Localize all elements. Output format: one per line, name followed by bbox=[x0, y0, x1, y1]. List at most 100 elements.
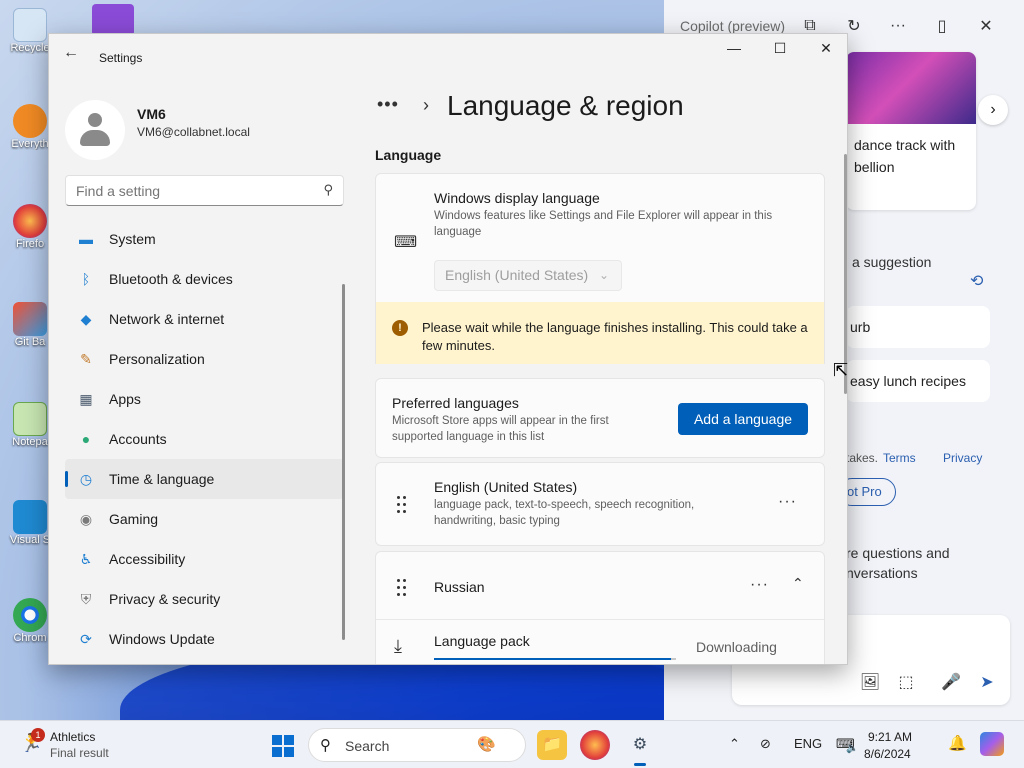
show-hidden-icons-icon[interactable]: ⌃ bbox=[729, 736, 740, 752]
sidebar-item-time-language[interactable]: ◷ Time & language bbox=[65, 459, 344, 499]
file-explorer-icon[interactable]: 📁 bbox=[537, 730, 567, 760]
close-icon[interactable]: ✕ bbox=[964, 16, 1008, 36]
content-scrollbar[interactable] bbox=[844, 154, 847, 394]
avatar bbox=[65, 100, 125, 160]
gamepad-icon: ◉ bbox=[79, 510, 93, 527]
sidebar-item-label: Privacy & security bbox=[109, 591, 221, 607]
suggestion-pill-2[interactable]: easy lunch recipes bbox=[846, 360, 990, 402]
refresh-suggestions-icon[interactable]: ⟲ bbox=[970, 271, 983, 291]
sidebar-item-label: Network & internet bbox=[109, 311, 225, 327]
news-title[interactable]: Athletics bbox=[50, 730, 95, 744]
more-options-icon[interactable]: ··· bbox=[876, 17, 920, 35]
desktop-icon-vscode[interactable]: Visual S bbox=[6, 500, 54, 546]
visual-studio-icon[interactable] bbox=[92, 4, 134, 36]
preferred-languages-card: Preferred languages Microsoft Store apps… bbox=[375, 378, 825, 458]
sidebar-item-personalization[interactable]: ✎ Personalization bbox=[65, 339, 344, 379]
network-offline-icon[interactable]: ⊘ bbox=[760, 736, 771, 752]
sidebar-item-label: Apps bbox=[109, 391, 141, 407]
minimize-icon[interactable]: — bbox=[711, 40, 757, 62]
avatar-body bbox=[80, 130, 110, 146]
sidebar-item-windows-update[interactable]: ⟳ Windows Update bbox=[65, 619, 344, 659]
vscode-icon bbox=[13, 500, 47, 534]
more-options-icon[interactable]: ··· bbox=[750, 576, 769, 594]
settings-taskbar-icon[interactable]: ⚙ bbox=[625, 730, 655, 766]
divider bbox=[376, 619, 824, 620]
language-pack-progress bbox=[434, 658, 676, 660]
mouse-cursor-icon: ⇱ bbox=[833, 360, 849, 380]
maximize-icon[interactable]: ☐ bbox=[757, 40, 803, 62]
desktop-icon-chrome[interactable]: Chrom bbox=[6, 598, 54, 644]
nav-scrollbar[interactable] bbox=[342, 284, 345, 640]
sidebar-item-privacy-security[interactable]: ⛨ Privacy & security bbox=[65, 579, 344, 619]
clock-date[interactable]: 8/6/2024 bbox=[864, 747, 911, 761]
display-language-dropdown[interactable]: English (United States) ⌄ bbox=[434, 260, 622, 291]
volume-icon[interactable]: 🔈 bbox=[846, 743, 858, 754]
language-pack-progress-fill bbox=[434, 658, 672, 660]
sidebar-item-gaming[interactable]: ◉ Gaming bbox=[65, 499, 344, 539]
carousel-next-icon[interactable]: › bbox=[978, 95, 1008, 125]
input-language[interactable]: ENG bbox=[794, 736, 822, 751]
find-setting-box[interactable]: ⚲ bbox=[65, 175, 344, 206]
section-label: Language bbox=[375, 147, 442, 163]
add-language-button[interactable]: Add a language bbox=[678, 403, 808, 435]
sidebar-item-label: Bluetooth & devices bbox=[109, 271, 233, 287]
find-setting-input[interactable] bbox=[66, 176, 306, 205]
firefox-taskbar-icon[interactable] bbox=[580, 730, 610, 760]
sidebar-item-apps[interactable]: ▦ Apps bbox=[65, 379, 344, 419]
settings-window: ← Settings — ☐ ✕ VM6 VM6@collabnet.local… bbox=[48, 33, 848, 665]
privacy-link[interactable]: Privacy bbox=[943, 451, 982, 465]
more-questions-line-2: nversations bbox=[846, 565, 918, 581]
sidebar-item-accessibility[interactable]: ♿ Accessibility bbox=[65, 539, 344, 579]
language-pack-status: Downloading bbox=[696, 639, 777, 655]
more-options-icon[interactable]: ··· bbox=[778, 493, 797, 511]
drag-handle-icon[interactable] bbox=[396, 579, 408, 597]
send-icon[interactable]: ➤ bbox=[974, 670, 1000, 696]
taskbar-search[interactable]: ⚲ Search 🎨 bbox=[308, 728, 526, 762]
display-language-title: Windows display language bbox=[434, 190, 600, 206]
sidebar-item-label: Personalization bbox=[109, 351, 205, 367]
microphone-icon[interactable]: 🎤 bbox=[938, 670, 964, 696]
sidebar-item-network-internet[interactable]: ◆ Network & internet bbox=[65, 299, 344, 339]
back-arrow-icon[interactable]: ← bbox=[63, 44, 79, 62]
desktop-icon-notepad[interactable]: Notepa bbox=[6, 402, 54, 448]
chevron-up-icon[interactable]: ⌃ bbox=[792, 575, 804, 592]
sidebar-item-label: System bbox=[109, 231, 156, 247]
add-image-icon[interactable]: 🖼 bbox=[857, 670, 883, 696]
copilot-suggestion-card[interactable]: dance track with bellion bbox=[846, 52, 976, 210]
breadcrumb-overflow-icon[interactable]: ••• bbox=[377, 94, 399, 115]
clock-time[interactable]: 9:21 AM bbox=[868, 730, 912, 744]
search-icon: ⚲ bbox=[320, 737, 331, 754]
copilot-taskbar-icon[interactable] bbox=[980, 732, 1004, 756]
update-icon: ⟳ bbox=[80, 630, 92, 647]
language-name: Russian bbox=[434, 579, 485, 595]
start-button-icon[interactable] bbox=[272, 735, 294, 757]
desktop-icon-everything[interactable]: Everyth bbox=[6, 104, 54, 150]
desktop-icon-recycle-bin[interactable]: Recycle bbox=[6, 8, 54, 54]
search-highlight-icon: 🎨 bbox=[477, 736, 496, 753]
download-icon: ⤓ bbox=[394, 636, 402, 656]
drag-handle-icon[interactable] bbox=[396, 496, 408, 514]
display-language-desc: Windows features like Settings and File … bbox=[434, 210, 773, 238]
dock-icon[interactable]: ▯ bbox=[920, 16, 964, 36]
sidebar-item-system[interactable]: ▬ System bbox=[65, 219, 344, 259]
settings-nav: ▬ System ᛒ Bluetooth & devices ◆ Network & in… bbox=[65, 219, 344, 659]
more-questions-line-1: re questions and bbox=[846, 545, 950, 561]
breadcrumb-chevron-icon: › bbox=[423, 95, 429, 115]
apps-icon: ▦ bbox=[79, 390, 93, 407]
desktop-icon-firefox[interactable]: Firefo bbox=[6, 204, 54, 250]
desktop-icon-git-bash[interactable]: Git Ba bbox=[6, 302, 54, 348]
sidebar-item-bluetooth-devices[interactable]: ᛒ Bluetooth & devices bbox=[65, 259, 344, 299]
screenshot-icon[interactable]: ⬚ bbox=[893, 670, 919, 696]
close-window-icon[interactable]: ✕ bbox=[803, 40, 847, 62]
language-row-english[interactable]: English (United States) language pack, t… bbox=[375, 462, 825, 546]
language-row-russian[interactable]: Russian ··· ⌃ ⤓ Language pack Downloadin… bbox=[375, 551, 825, 664]
language-pack-label: Language pack bbox=[434, 633, 530, 649]
suggestion-pill-1[interactable]: urb bbox=[846, 306, 990, 348]
notifications-bell-icon[interactable]: 🔔 bbox=[948, 734, 967, 752]
sidebar-item-accounts[interactable]: ● Accounts bbox=[65, 419, 344, 459]
sidebar-item-label: Gaming bbox=[109, 511, 159, 527]
terms-link[interactable]: Terms bbox=[883, 451, 916, 465]
install-warning-text: Please wait while the language finishes … bbox=[422, 320, 808, 353]
monitor-icon: ▬ bbox=[79, 231, 93, 247]
shield-icon: ⛨ bbox=[80, 590, 92, 607]
